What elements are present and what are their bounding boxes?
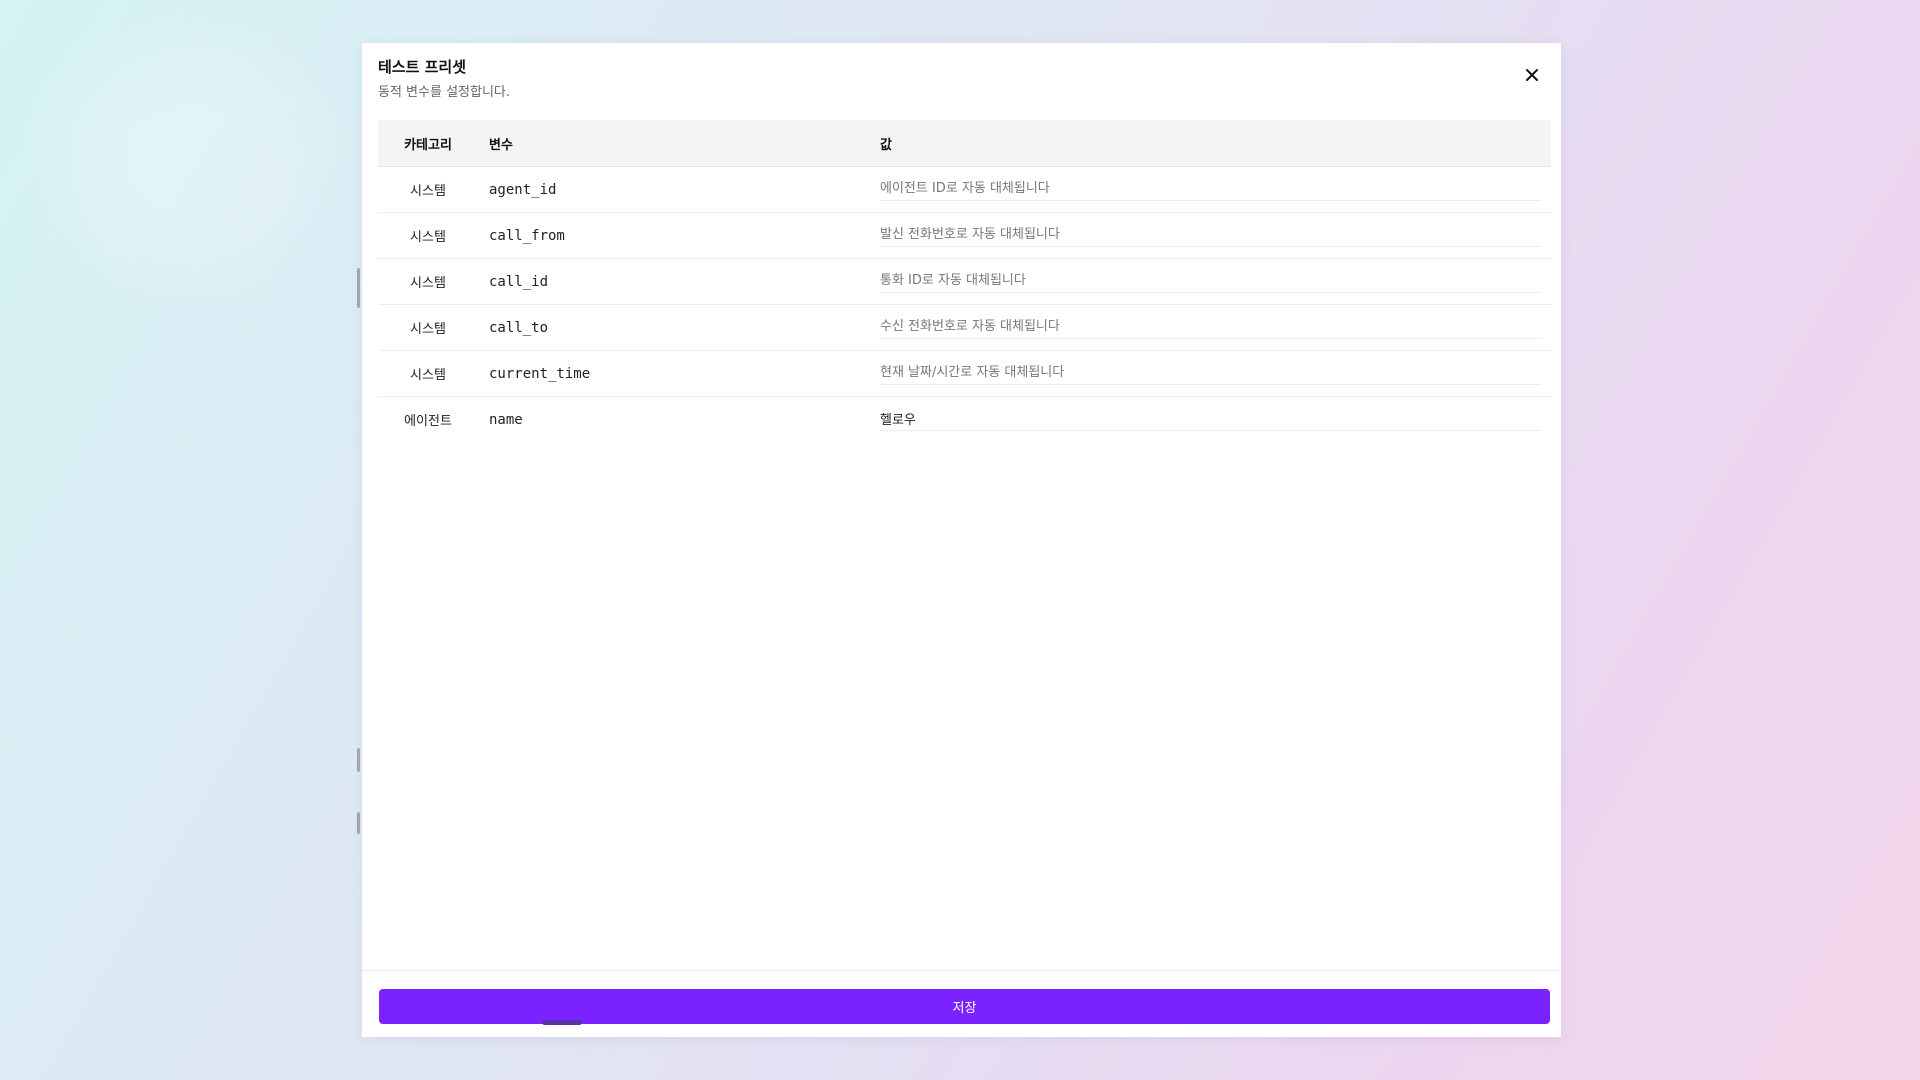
row-variable: call_to: [489, 319, 549, 336]
table-row: 시스템 agent_id: [378, 167, 1551, 213]
value-input-agent-id[interactable]: [880, 178, 1541, 201]
save-button[interactable]: 저장: [379, 989, 1550, 1024]
scroll-handle[interactable]: [542, 1020, 582, 1025]
table-row: 시스템 call_id: [378, 259, 1551, 305]
row-value-cell: [871, 224, 1551, 247]
modal-header: 테스트 프리셋 동적 변수를 설정합니다.: [378, 57, 1545, 102]
row-variable: call_from: [489, 227, 565, 244]
background-glow: [60, 40, 320, 280]
header-category: 카테고리: [404, 137, 452, 153]
header-value: 값: [880, 137, 892, 153]
row-variable: name: [489, 411, 523, 428]
row-variable: call_id: [489, 273, 549, 290]
table-header: 카테고리 변수 값: [378, 120, 1551, 167]
footer-divider: [362, 970, 1561, 971]
row-value-cell: [871, 270, 1551, 293]
table-row: 시스템 call_from: [378, 213, 1551, 259]
test-preset-modal: 테스트 프리셋 동적 변수를 설정합니다. 카테고리 변수 값 시스템 agen…: [362, 43, 1561, 1037]
table-row: 시스템 current_time: [378, 351, 1551, 397]
value-input-call-from[interactable]: [880, 224, 1541, 247]
row-category: 시스템: [410, 276, 446, 291]
table-row: 시스템 call_to: [378, 305, 1551, 351]
value-input-call-id[interactable]: [880, 270, 1541, 293]
row-category: 시스템: [410, 184, 446, 199]
modal-title: 테스트 프리셋: [378, 58, 467, 76]
variables-table: 카테고리 변수 값 시스템 agent_id 시스템 call_from 시스템…: [378, 120, 1551, 442]
close-icon: [1525, 67, 1539, 86]
row-category: 시스템: [410, 230, 446, 245]
row-category: 에이전트: [404, 414, 452, 429]
row-variable: current_time: [489, 365, 591, 382]
value-input-call-to[interactable]: [880, 316, 1541, 339]
row-value-cell: [871, 362, 1551, 385]
row-value-cell: [871, 316, 1551, 339]
value-input-current-time[interactable]: [880, 362, 1541, 385]
row-category: 시스템: [410, 368, 446, 383]
value-input-name[interactable]: [880, 408, 1541, 431]
close-button[interactable]: [1521, 65, 1543, 87]
row-value-cell: [871, 178, 1551, 201]
row-category: 시스템: [410, 322, 446, 337]
row-variable: agent_id: [489, 181, 557, 198]
header-variable: 변수: [489, 137, 513, 153]
modal-subtitle: 동적 변수를 설정합니다.: [378, 85, 510, 100]
table-row: 에이전트 name: [378, 397, 1551, 442]
row-value-cell: [871, 408, 1551, 431]
